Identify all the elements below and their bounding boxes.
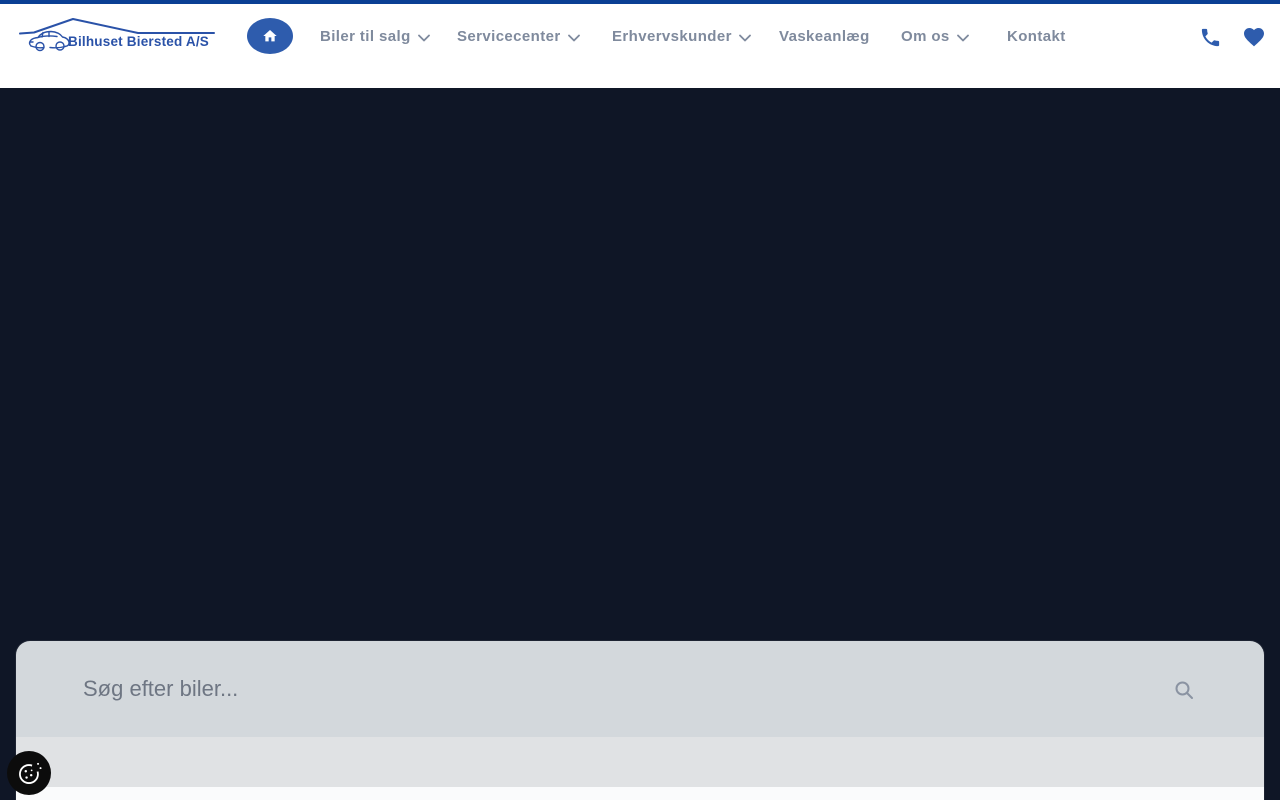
nav-item-label: Vaskeanlæg [779, 27, 870, 45]
nav-item-label: Erhvervskunder [612, 27, 732, 45]
filters-row: Mærke Model Drivmiddel Type [16, 787, 1264, 800]
favorites-button[interactable] [1241, 24, 1267, 50]
brand-logo-text: Bilhuset Biersted A/S [68, 34, 209, 49]
nav-item-kontakt[interactable]: Kontakt [1007, 28, 1066, 45]
chevron-down-icon [956, 34, 969, 41]
search-icon [1175, 681, 1193, 699]
chevron-down-icon [417, 34, 430, 41]
home-button[interactable] [247, 18, 293, 54]
cookie-consent-button[interactable] [7, 751, 51, 795]
nav-item-label: Servicecenter [457, 27, 561, 45]
chevron-down-icon [567, 34, 580, 41]
filter-drivmiddel-dropdown[interactable]: Drivmiddel [656, 792, 746, 800]
nav-item-vaskeanlaeg[interactable]: Vaskeanlæg [779, 28, 870, 45]
home-icon [263, 30, 277, 42]
filter-model-dropdown[interactable]: Model [368, 792, 420, 800]
car-roof-logo-icon: Bilhuset Biersted A/S [19, 18, 215, 52]
nav-item-label: Kontakt [1007, 27, 1066, 45]
phone-icon [1201, 28, 1219, 46]
cookie-icon [18, 761, 42, 784]
nav-item-servicecenter[interactable]: Servicecenter [457, 28, 580, 45]
nav-item-label: Biler til salg [320, 27, 411, 45]
nav-item-label: Om os [901, 27, 950, 45]
car-search-panel: Mærke Model Drivmiddel Type [16, 641, 1264, 800]
search-input[interactable] [16, 641, 1264, 737]
nav-item-om-os[interactable]: Om os [901, 28, 969, 45]
search-button[interactable] [1170, 676, 1198, 704]
heart-icon [1244, 28, 1264, 47]
nav-item-erhvervskunder[interactable]: Erhvervskunder [612, 28, 751, 45]
phone-button[interactable] [1197, 24, 1223, 50]
filter-maerke-dropdown[interactable]: Mærke [80, 792, 139, 800]
nav-item-biler-til-salg[interactable]: Biler til salg [320, 28, 430, 45]
chevron-down-icon [738, 34, 751, 41]
brand-logo[interactable]: Bilhuset Biersted A/S [16, 15, 216, 55]
panel-divider-strip [16, 737, 1264, 787]
search-bar [16, 641, 1264, 737]
filter-type-dropdown[interactable]: Type [946, 792, 987, 800]
site-header: Bilhuset Biersted A/S Biler til salg Ser… [0, 4, 1280, 88]
